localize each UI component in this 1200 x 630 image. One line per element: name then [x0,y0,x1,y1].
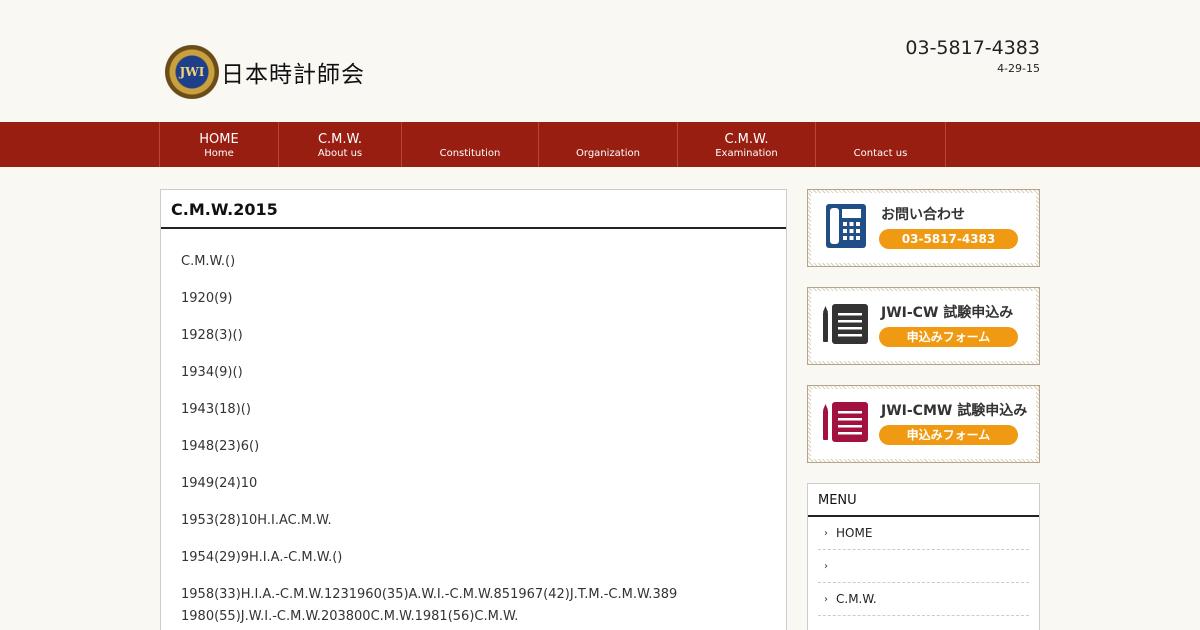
article-paragraph: 1934(9)() [181,365,243,380]
nav-item-label: C.M.W. [317,132,363,147]
sidebar-menu-item-cmw[interactable]: › C.M.W. [818,583,1029,616]
sidebar-menu-list: › HOME › › C.M.W. [808,517,1039,616]
cw-banner-inner: JWI-CW 試験申込み 申込みフォーム [811,291,1036,361]
sidebar-menu-item-home[interactable]: › HOME [818,517,1029,550]
header-address: 4-29-15 [997,62,1040,75]
article-body: C.M.W.() 1920(9) 1928(3)() 1934(9)() 194… [161,229,786,628]
sidebar-menu: MENU › HOME › › C.M.W. [807,483,1040,630]
chevron-right-icon: › [824,560,828,572]
cw-application-banner[interactable]: JWI-CW 試験申込み 申込みフォーム [807,287,1040,365]
article-paragraph: 1949(24)10 [181,476,258,491]
header-phone: 03-5817-4383 [905,37,1040,59]
contact-banner-phone: 03-5817-4383 [879,229,1018,249]
page-title: C.M.W.2015 [161,190,786,229]
article-paragraph: 1954(29)9H.I.A.-C.M.W.() [181,550,343,565]
article-paragraph: C.M.W.() [181,254,236,269]
chevron-right-icon: › [824,527,828,539]
sidebar-menu-title: MENU [808,484,1039,517]
article-paragraph: 1943(18)() [181,402,251,417]
logo-text: 日本時計師会 [221,62,365,88]
nav-item-organization[interactable]: Organization [539,122,678,167]
contact-banner-title: お問い合わせ [881,207,965,223]
nav-list: HOME Home C.M.W. About us Constitution O… [159,122,946,167]
chevron-right-icon: › [824,593,828,605]
sidebar-menu-item[interactable]: › [818,550,1029,583]
contact-banner-inner: お問い合わせ 03-5817-4383 [811,193,1036,263]
nav-item-label: HOME [199,132,239,147]
cw-banner-form-label: 申込みフォーム [879,327,1018,347]
site-header: JWI 日本時計師会 03-5817-4383 4-29-15 [0,0,1200,122]
cmw-banner-inner: JWI-CMW 試験申込み 申込みフォーム [811,389,1036,459]
article-paragraph: 1928(3)() [181,328,243,343]
nav-item-constitution[interactable]: Constitution [402,122,539,167]
document-form-icon [823,402,868,442]
article-paragraph: 1920(9) [181,291,233,306]
logo-badge-text: JWI [179,65,205,79]
main-content: C.M.W.2015 C.M.W.() 1920(9) 1928(3)() 19… [160,189,787,630]
nav-item-sublabel: Examination [715,148,778,159]
sidebar-menu-item-label: C.M.W. [836,592,877,606]
nav-item-examination[interactable]: C.M.W. Examination [678,122,816,167]
article-paragraph: 1958(33)H.I.A.-C.M.W.1231960(35)A.W.I.-C… [181,587,678,624]
contact-banner[interactable]: お問い合わせ 03-5817-4383 [807,189,1040,267]
nav-item-label: C.M.W. [724,132,769,147]
nav-item-home[interactable]: HOME Home [160,122,279,167]
article-paragraph: 1948(23)6() [181,439,260,454]
cw-banner-title: JWI-CW 試験申込み [881,305,1014,321]
nav-item-about[interactable]: C.M.W. About us [279,122,402,167]
nav-item-sublabel: Home [204,148,234,159]
site-logo[interactable]: JWI 日本時計師会 [165,42,377,102]
telephone-icon [826,204,866,248]
sidebar-menu-item-label: HOME [836,526,873,540]
article-paragraph: 1953(28)10H.I.AC.M.W. [181,513,332,528]
global-nav: HOME Home C.M.W. About us Constitution O… [0,122,1200,167]
cmw-banner-form-label: 申込みフォーム [879,425,1018,445]
document-form-icon [823,304,868,344]
cmw-application-banner[interactable]: JWI-CMW 試験申込み 申込みフォーム [807,385,1040,463]
nav-item-sublabel: About us [317,148,363,159]
nav-item-sublabel: Constitution [439,148,501,159]
nav-item-sublabel: Contact us [853,148,908,159]
nav-item-sublabel: Organization [576,148,640,159]
logo-badge-icon: JWI [165,45,219,99]
cmw-banner-title: JWI-CMW 試験申込み [881,403,1028,419]
nav-item-contact[interactable]: Contact us [816,122,946,167]
